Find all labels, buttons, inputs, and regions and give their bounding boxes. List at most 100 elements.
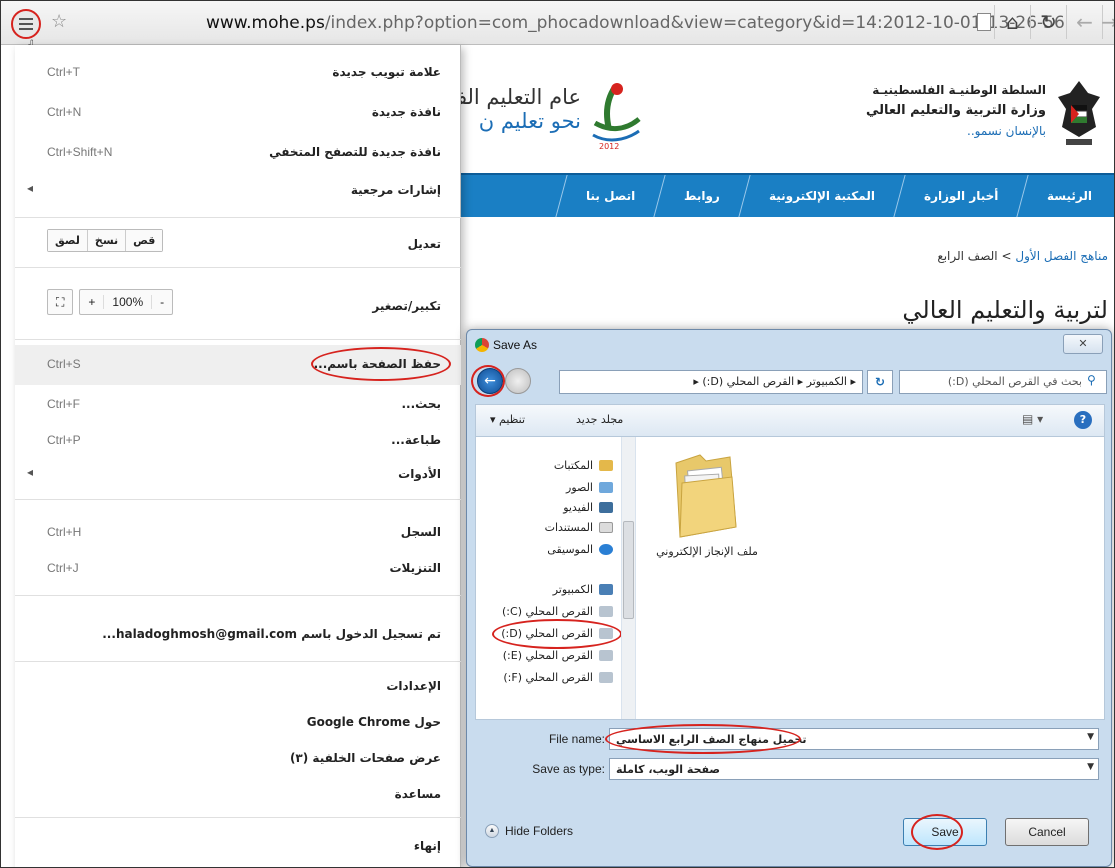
zoom-value: 100% [103, 295, 151, 309]
menu-separator [15, 339, 461, 340]
browser-toolbar: ☆ www.mohe.ps/index.php?option=com_phoca… [1, 1, 1114, 45]
paste-button[interactable]: لصق [48, 230, 87, 251]
menu-item-incognito[interactable]: Ctrl+Shift+N نافذة جديدة للتصفح المتخفي [15, 133, 461, 173]
org-line1: السلطة الوطنيـة الفلسطينيـة [872, 83, 1046, 97]
chrome-logo-icon [475, 338, 489, 352]
home-icon[interactable]: ⌂ [994, 5, 1030, 39]
zoom-stepper: + 100% - [79, 289, 174, 315]
savetype-value: صفحة الويب، كاملة [616, 763, 721, 776]
year-slogan-line1: عام التعليم الف [461, 85, 581, 109]
highlight-oval [605, 724, 801, 754]
menu-separator [15, 661, 461, 662]
menu-item-downloads[interactable]: Ctrl+J التنزيلات [15, 549, 461, 589]
back-arrow-icon[interactable]: ← [1066, 5, 1102, 39]
menu-item-help[interactable]: مساعدة [15, 775, 461, 815]
help-icon[interactable]: ? [1074, 411, 1092, 429]
menu-item-find[interactable]: Ctrl+F بحث... [15, 385, 461, 425]
bookmark-star-icon[interactable]: ☆ [51, 11, 67, 32]
navigation-scrollbar[interactable] [621, 437, 635, 719]
drive-icon [599, 672, 613, 683]
forward-arrow-icon[interactable]: → [1101, 5, 1114, 39]
new-folder-button[interactable]: مجلد جديد [576, 413, 623, 426]
navigation-pane: المكتبات الصور الفيديو المستندات الموسيق… [476, 437, 636, 719]
breadcrumb-link[interactable]: مناهج الفصل الأول [1015, 249, 1108, 263]
url-domain: www.mohe.ps [206, 13, 325, 33]
chevron-down-icon[interactable]: ▼ [1087, 732, 1094, 742]
menu-item-save-page[interactable]: Ctrl+S حفظ الصفحة باسم... [15, 345, 461, 385]
menu-item-signed-in[interactable]: تم تسجيل الدخول باسم haladoghmosh@gmail.… [15, 615, 461, 655]
tree-item-computer[interactable]: الكمبيوتر [553, 583, 613, 596]
cut-button[interactable]: قص [125, 230, 163, 251]
submenu-arrow-icon: ◂ [27, 181, 34, 195]
organize-button[interactable]: تنظيم ▾ [490, 413, 525, 426]
menu-item-history[interactable]: Ctrl+H السجل [15, 513, 461, 553]
menu-item-settings[interactable]: الإعدادات [15, 667, 461, 707]
zoom-minus-button[interactable]: - [151, 295, 172, 309]
dialog-command-bar: تنظيم ▾ مجلد جديد ▤ ▾ ? [475, 404, 1105, 436]
menu-item-bookmarks[interactable]: ◂ إشارات مرجعية [15, 171, 461, 211]
savetype-label: Save as type: [532, 762, 605, 776]
tree-item-videos[interactable]: الفيديو [563, 501, 613, 514]
folder-icon[interactable] [670, 453, 742, 539]
menu-separator [15, 595, 461, 596]
reload-icon[interactable]: ↻ [1030, 5, 1066, 39]
copy-button[interactable]: نسخ [86, 230, 126, 251]
zoom-plus-button[interactable]: + [80, 295, 103, 309]
hide-folders-label: Hide Folders [505, 824, 574, 838]
breadcrumb-current: الصف الرابع [937, 249, 998, 263]
tree-item-drive-c[interactable]: القرص المحلي (C:) [502, 605, 613, 618]
refresh-icon[interactable]: ↻ [867, 370, 893, 394]
menu-item-about[interactable]: حول Google Chrome [15, 703, 461, 743]
dialog-close-button[interactable]: ✕ [1063, 334, 1103, 354]
year-slogan: عام التعليم الف نحو تعليم ن [461, 85, 581, 133]
menu-item-tools[interactable]: ◂ الأدوات [15, 455, 461, 495]
nav-links[interactable]: روابط [653, 175, 750, 217]
menu-item-new-window[interactable]: Ctrl+N نافذة جديدة [15, 93, 461, 133]
chevron-down-icon[interactable]: ▼ [1087, 762, 1094, 772]
tree-item-drive-e[interactable]: القرص المحلي (E:) [503, 649, 613, 662]
edit-buttons: لصق نسخ قص [47, 229, 164, 252]
address-bar[interactable]: www.mohe.ps/index.php?option=com_phocado… [206, 13, 1065, 33]
tree-item-pictures[interactable]: الصور [566, 481, 613, 494]
hamburger-icon [19, 18, 33, 30]
cancel-button[interactable]: Cancel [1005, 818, 1089, 846]
fullscreen-button[interactable]: ⛶ [47, 289, 74, 315]
view-options-icon[interactable]: ▤ ▾ [1022, 412, 1043, 426]
folder-search-input[interactable]: بحث في القرص المحلي (D:) [899, 370, 1107, 394]
tree-item-drive-f[interactable]: القرص المحلي (F:) [503, 671, 613, 684]
svg-text:2012: 2012 [599, 142, 619, 151]
nav-news[interactable]: أخبار الوزارة [892, 175, 1028, 217]
screenshot-root: ☆ www.mohe.ps/index.php?option=com_phoca… [0, 0, 1115, 868]
scrollbar-thumb[interactable] [623, 521, 634, 619]
nav-home[interactable]: الرئيسة [1016, 175, 1114, 217]
menu-separator [15, 817, 461, 818]
ministry-title: السلطة الوطنيـة الفلسطينيـة وزارة التربي… [866, 83, 1046, 138]
tree-item-music[interactable]: الموسيقى [547, 543, 613, 556]
menu-item-zoom: ⛶ + 100% - تكبير/تصغير [15, 281, 461, 327]
chrome-dropdown-menu: Ctrl+T علامة تبويب جديدة Ctrl+N نافذة جد… [15, 45, 461, 867]
save-fields: File name: تحميل منهاج الصف الرابع الاسا… [475, 722, 1105, 794]
folder-path-input[interactable]: ▸ الكمبيوتر ▸ القرص المحلي (D:) ▸ [559, 370, 863, 394]
breadcrumb-separator: > [1001, 249, 1012, 263]
documents-icon [599, 522, 613, 533]
menu-item-new-tab[interactable]: Ctrl+T علامة تبويب جديدة [15, 53, 461, 93]
file-content-pane: ملف الإنجاز الإلكتروني [638, 437, 1104, 719]
dialog-address-row: ← ▸ الكمبيوتر ▸ القرص المحلي (D:) ▸ ↻ بح… [471, 364, 1107, 398]
site-nav-bar: الرئيسة أخبار الوزارة المكتبة الإلكتروني… [461, 173, 1114, 217]
tree-item-documents[interactable]: المستندات [545, 521, 613, 534]
menu-item-exit[interactable]: إنهاء [15, 827, 461, 867]
org-line2: وزارة التربية والتعليم العالي [865, 103, 1046, 118]
url-path: /index.php?option=com_phocadownload&view… [324, 13, 1065, 33]
hide-folders-button[interactable]: ▲ Hide Folders [485, 824, 573, 838]
search-icon: ⚲ [1087, 373, 1096, 387]
pictures-icon [599, 482, 613, 493]
forward-arrow-icon[interactable] [505, 368, 531, 394]
submenu-arrow-icon: ◂ [27, 465, 34, 479]
page-info-icon[interactable] [977, 13, 991, 31]
tree-item-libraries[interactable]: المكتبات [554, 459, 613, 472]
nav-contact[interactable]: اتصل بنا [554, 175, 665, 217]
savetype-select[interactable]: صفحة الويب، كاملة ▼ [609, 758, 1099, 780]
nav-library[interactable]: المكتبة الإلكترونية [738, 175, 905, 217]
menu-separator [15, 217, 461, 218]
menu-item-background-pages[interactable]: عرض صفحات الخلفية (٣) [15, 739, 461, 779]
